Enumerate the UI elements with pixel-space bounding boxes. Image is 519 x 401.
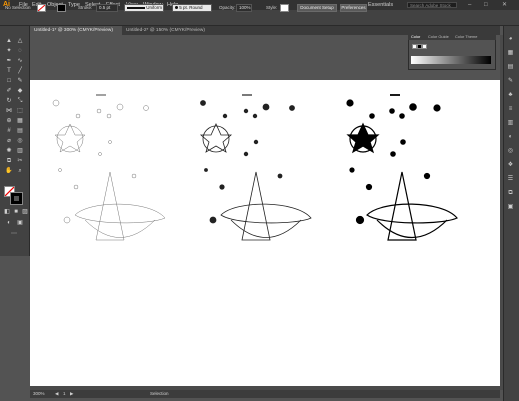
rotate-tool-icon[interactable]: ↻ (5, 97, 13, 105)
control-bar (0, 10, 519, 26)
graphic-styles-icon[interactable]: ❖ (506, 162, 515, 169)
eraser-icon[interactable]: ◆ (16, 87, 24, 95)
direct-selection-tool-icon[interactable]: △ (16, 37, 24, 45)
stroke-weight-field[interactable]: 0.5 pt (96, 4, 118, 12)
stroke-panel-icon[interactable]: ≡ (506, 106, 515, 113)
fill-swatch[interactable] (37, 4, 46, 12)
artwork-canvas (52, 94, 458, 241)
minimize-button[interactable]: – (468, 1, 471, 9)
transparency-icon[interactable]: ◐ (506, 134, 515, 141)
blend-tool-icon[interactable]: ◎ (16, 137, 24, 145)
brushes-icon[interactable]: ✎ (506, 78, 515, 85)
layers-icon[interactable]: ☰ (506, 176, 515, 183)
line-preview-icon (127, 6, 145, 9)
opacity-field[interactable]: 100% (236, 4, 252, 12)
artwork-outline-thin (52, 94, 166, 241)
symbols-icon[interactable]: ♣ (506, 92, 515, 99)
eyedropper-icon[interactable]: ⌀ (5, 137, 13, 145)
tab-color[interactable]: Color (411, 33, 420, 40)
artboard-number[interactable]: 1 (63, 390, 66, 398)
libraries-icon[interactable]: ▣ (506, 204, 515, 211)
magic-wand-icon[interactable]: ✦ (5, 47, 13, 55)
shaper-tool-icon[interactable]: ✐ (5, 87, 13, 95)
hand-tool-icon[interactable]: ✋ (5, 167, 13, 175)
toolbar-stroke-swatch[interactable] (10, 192, 23, 205)
style-label: Style: (266, 5, 278, 10)
panel-white-swatch[interactable] (422, 44, 427, 49)
graphic-style-swatch[interactable] (280, 4, 289, 12)
current-tool-status: Selection (150, 391, 169, 396)
profile-label: Uniform (146, 5, 163, 10)
column-graph-icon[interactable]: ▥ (16, 147, 24, 155)
maximize-button[interactable]: □ (484, 1, 488, 9)
zoom-level[interactable]: 300% (33, 390, 45, 398)
swatches-icon[interactable]: ▤ (506, 64, 515, 71)
color-panel-icon[interactable]: ◕ (506, 36, 515, 43)
screen-mode-icon[interactable]: ▣ (16, 219, 24, 227)
preferences-button[interactable]: Preferences (340, 4, 367, 12)
paintbrush-icon[interactable]: ✎ (16, 77, 24, 85)
document-setup-button[interactable]: Document Setup (297, 4, 337, 12)
scale-tool-icon[interactable]: ⤡ (16, 97, 24, 105)
edit-toolbar-icon[interactable]: ⋯ (10, 230, 18, 238)
stroke-swatch[interactable] (57, 4, 66, 12)
color-guide-icon[interactable]: ▦ (506, 50, 515, 57)
stock-search-input[interactable]: Search Adobe Stock (407, 2, 457, 8)
tab-untitled-1[interactable]: Untitled-1* @ 300% (CMYK/Preview) (30, 26, 122, 35)
rectangle-tool-icon[interactable]: □ (5, 77, 13, 85)
artwork-outline-bold (346, 94, 458, 241)
round-brush-icon (175, 6, 178, 10)
brush-definition[interactable]: 5 pt. Round (172, 4, 212, 12)
pen-tool-icon[interactable]: ✒ (5, 57, 13, 65)
artboards-icon[interactable]: ⧉ (506, 190, 515, 197)
none-slash-icon (38, 5, 45, 11)
tab-color-theme[interactable]: Color Theme (455, 33, 477, 40)
status-bar (30, 390, 500, 398)
selection-status: No Selection (5, 5, 31, 10)
draw-normal-icon[interactable]: ◐ (5, 219, 13, 227)
curvature-tool-icon[interactable]: ∿ (16, 57, 24, 65)
perspective-grid-icon[interactable]: ▦ (16, 117, 24, 125)
close-button[interactable]: ✕ (502, 1, 507, 9)
color-panel-tabs (408, 33, 496, 40)
tab-untitled-2[interactable]: Untitled-2* @ 150% (CMYK/Preview) (122, 26, 214, 35)
artwork-outline-medium (199, 94, 312, 241)
brush-label: 5 pt. Round (179, 5, 203, 10)
lasso-icon[interactable]: ◌ (16, 47, 24, 55)
opacity-label: Opacity: (219, 5, 236, 10)
color-ramp[interactable] (411, 56, 491, 64)
gradient-mode-icon[interactable]: ▨ (21, 208, 29, 216)
nav-next-icon[interactable]: ▶ (70, 390, 73, 398)
type-tool-icon[interactable]: T (5, 67, 13, 75)
slice-tool-icon[interactable]: ✂ (16, 157, 24, 165)
width-tool-icon[interactable]: ⋈ (5, 107, 13, 115)
color-mode-icon[interactable]: ■ (12, 208, 20, 216)
nav-prev-icon[interactable]: ◀ (55, 390, 58, 398)
line-tool-icon[interactable]: ╱ (16, 67, 24, 75)
appearance-icon[interactable]: ◎ (506, 148, 515, 155)
shape-builder-icon[interactable]: ⊕ (5, 117, 13, 125)
artboard-tool-icon[interactable]: ⧉ (5, 157, 13, 165)
mesh-tool-icon[interactable]: # (5, 127, 13, 135)
default-colors-icon[interactable]: ◧ (3, 208, 11, 216)
artboard[interactable] (30, 80, 500, 388)
variable-width-profile[interactable]: Uniform (124, 4, 164, 12)
tab-color-guide[interactable]: Color Guide (428, 33, 449, 40)
stroke-label: Stroke: (78, 5, 93, 10)
selection-tool-icon[interactable]: ▲ (5, 37, 13, 45)
workspace-switcher[interactable]: Essentials (368, 1, 393, 9)
zoom-tool-icon[interactable]: ⌕ (16, 167, 24, 175)
gradient-tool-icon[interactable]: ▤ (16, 127, 24, 135)
gradient-panel-icon[interactable]: ▥ (506, 120, 515, 127)
free-transform-icon[interactable]: ⬚ (16, 107, 24, 115)
symbol-sprayer-icon[interactable]: ✺ (5, 147, 13, 155)
